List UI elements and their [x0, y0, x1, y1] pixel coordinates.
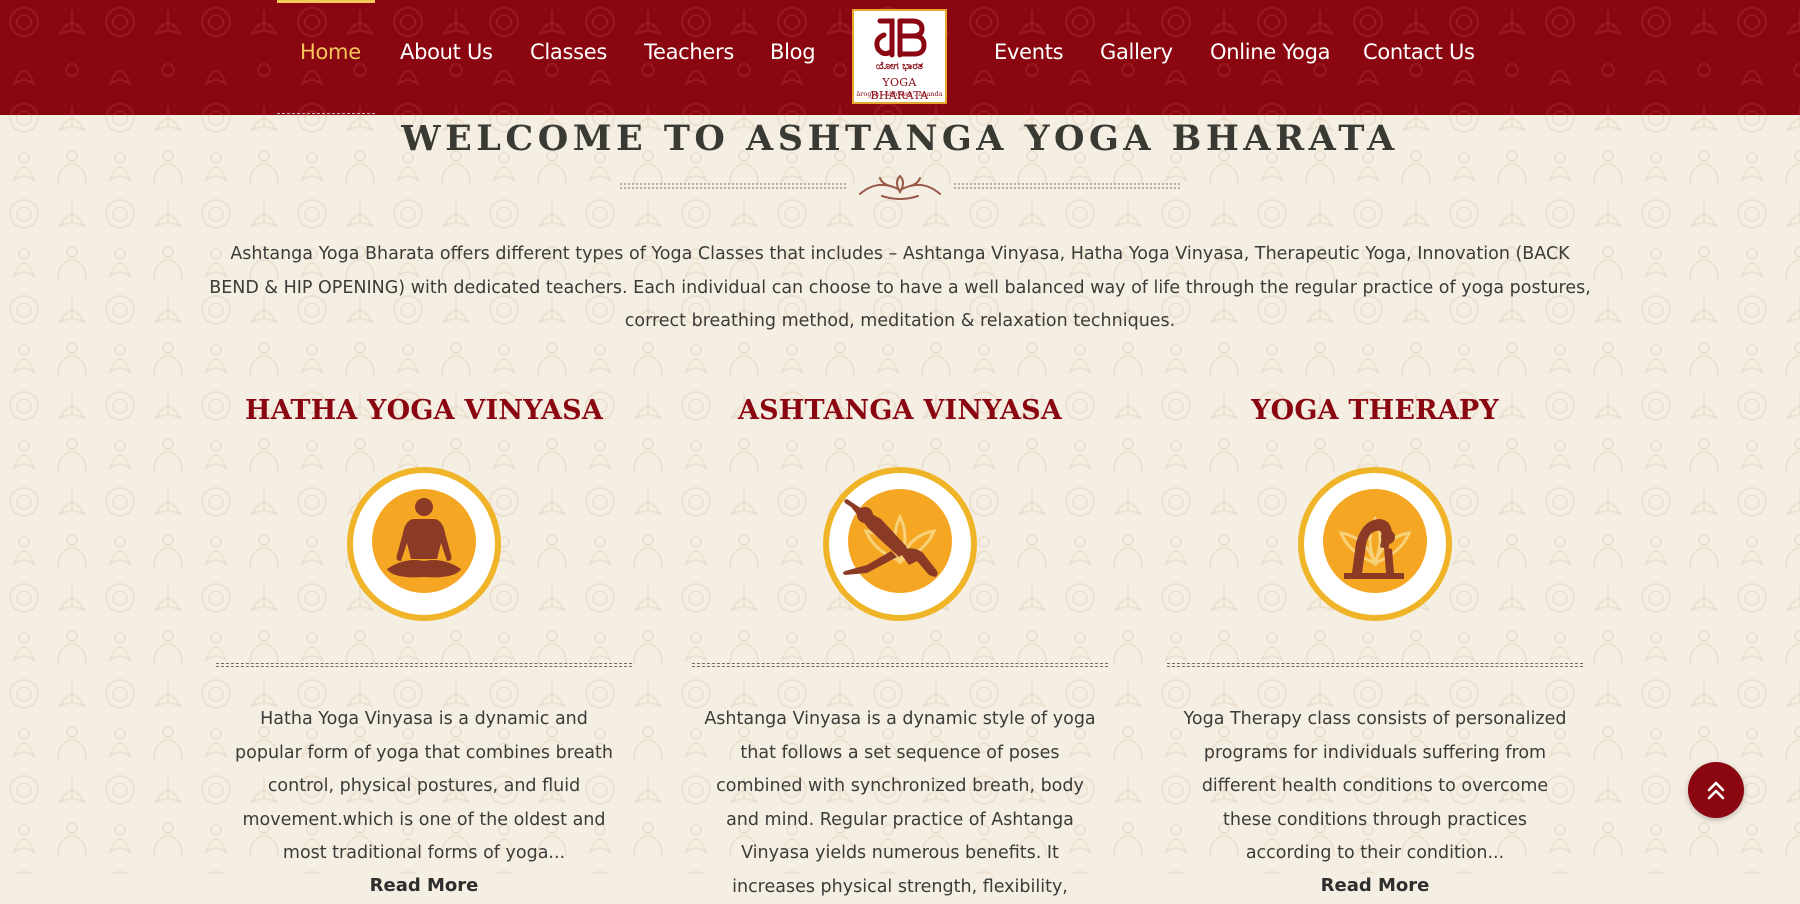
meditation-pose-icon	[347, 467, 501, 621]
card-divider	[1167, 663, 1583, 667]
double-chevron-up-icon	[1707, 781, 1725, 800]
class-description: Yoga Therapy class consists of personali…	[1183, 709, 1567, 863]
active-indicator	[277, 0, 375, 3]
intro-paragraph: Ashtanga Yoga Bharata offers different t…	[209, 244, 1591, 331]
class-title: YOGA THERAPY	[1251, 395, 1499, 426]
card-divider	[216, 663, 632, 667]
card-divider	[692, 663, 1108, 667]
class-card-ashtanga: ASHTANGA VINYASA Ashtanga Vinyasa is a d…	[692, 395, 1108, 904]
lunge-pose-icon	[823, 467, 977, 621]
scroll-to-top-button[interactable]	[1688, 762, 1744, 818]
nav-blog[interactable]: Blog	[770, 40, 816, 64]
class-card-hatha: HATHA YOGA VINYASA Hatha Yoga Vinyasa is…	[216, 395, 632, 896]
nav-home[interactable]: Home	[300, 40, 361, 64]
site-logo[interactable]: ಯೋಗ ಭಾರತ YOGA BHARATA ārogya . abhyasa .…	[852, 9, 947, 104]
page-title: WELCOME TO ASHTANGA YOGA BHARATA	[401, 118, 1399, 159]
nav-gallery[interactable]: Gallery	[1100, 40, 1173, 64]
camel-pose-icon	[1298, 467, 1452, 621]
ornament-divider	[620, 174, 1180, 200]
nav-classes[interactable]: Classes	[530, 40, 607, 64]
nav-teachers[interactable]: Teachers	[644, 40, 734, 64]
logo-monogram-icon	[874, 18, 927, 58]
logo-tagline: ārogya . abhyasa . ānanda	[856, 90, 943, 98]
class-description: Hatha Yoga Vinyasa is a dynamic and popu…	[235, 709, 613, 863]
nav-online-yoga[interactable]: Online Yoga	[1210, 40, 1331, 64]
class-title: HATHA YOGA VINYASA	[245, 395, 603, 426]
nav-events[interactable]: Events	[994, 40, 1064, 64]
class-card-therapy: YOGA THERAPY Yoga Therapy class consists…	[1167, 395, 1583, 896]
class-title: ASHTANGA VINYASA	[737, 395, 1062, 426]
logo-script: ಯೋಗ ಭಾರತ	[875, 61, 924, 72]
nav-contact-us[interactable]: Contact Us	[1363, 40, 1475, 64]
nav-about-us[interactable]: About Us	[400, 40, 493, 64]
active-underline	[277, 113, 375, 114]
logo-name: YOGA BHARATA	[870, 76, 929, 102]
main-content: WELCOME TO ASHTANGA YOGA BHARATA Ashtang…	[0, 0, 1800, 897]
read-more-link[interactable]: Read More	[1167, 875, 1583, 896]
read-more-link[interactable]: Read More	[216, 875, 632, 896]
